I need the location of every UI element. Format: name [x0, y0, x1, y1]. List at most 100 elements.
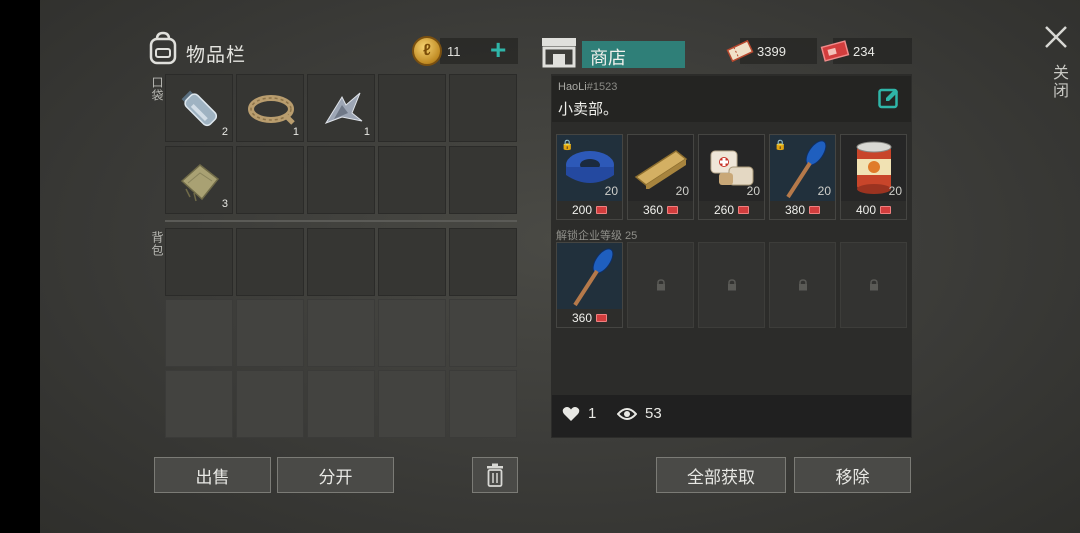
padlock-icon	[728, 279, 736, 291]
likes-count: 1	[588, 405, 597, 422]
item-stock: 20	[817, 184, 831, 198]
backpack-slot[interactable]	[378, 228, 446, 296]
backpack-icon	[149, 31, 177, 65]
ticket-icon	[809, 206, 821, 214]
item-stock: 20	[675, 184, 689, 198]
backpack-slot[interactable]	[165, 228, 233, 296]
coupon-ticket-icon	[726, 39, 754, 63]
close-label[interactable]: 关闭	[1046, 64, 1070, 100]
cloth-icon	[180, 164, 220, 202]
owner-name-text: HaoLi	[558, 81, 587, 93]
oar-icon	[573, 248, 614, 307]
split-button[interactable]: 分开	[277, 457, 394, 493]
item-quantity: 1	[292, 126, 299, 138]
backpack-slot-locked	[236, 370, 304, 438]
shop-item-oar[interactable]: 🔒 20 380	[769, 134, 836, 220]
backpack-slot-locked	[165, 299, 233, 367]
inventory-title: 物品栏	[186, 45, 247, 66]
backpack-slot-locked	[378, 370, 446, 438]
add-coins-button[interactable]: +	[490, 36, 506, 64]
price-value: 360	[642, 203, 664, 217]
remove-button[interactable]: 移除	[794, 457, 911, 493]
backpack-slot-locked	[449, 370, 517, 438]
pocket-slot[interactable]	[449, 146, 517, 214]
backpack-slot-locked	[449, 299, 517, 367]
currency-b-count: 234	[853, 44, 875, 59]
wood-plank-icon	[634, 150, 688, 189]
shop-item-duct-tape[interactable]: 🔒 20 200	[556, 134, 623, 220]
item-stock: 20	[746, 184, 760, 198]
take-all-button[interactable]: 全部获取	[656, 457, 786, 493]
item-price: 400	[841, 201, 906, 219]
backpack-slot-locked	[236, 299, 304, 367]
padlock-icon	[870, 279, 878, 291]
backpack-slot-locked	[307, 299, 375, 367]
ticket-icon	[880, 206, 892, 214]
close-icon[interactable]	[1043, 24, 1069, 50]
pocket-slot[interactable]	[378, 74, 446, 142]
pocket-slot[interactable]: 2	[165, 74, 233, 142]
shop-item-wood-plank[interactable]: 20 360	[627, 134, 694, 220]
pocket-slot[interactable]	[378, 146, 446, 214]
price-value: 200	[571, 203, 593, 217]
shop-owner-name: HaoLi#1523	[558, 81, 617, 93]
pocket-slot[interactable]: 1	[236, 74, 304, 142]
sell-button[interactable]: 出售	[154, 457, 271, 493]
backpack-slot-locked	[378, 299, 446, 367]
inventory-divider	[165, 220, 517, 222]
lock-icon: 🔒	[774, 140, 787, 151]
pocket-label: 口袋	[150, 76, 164, 102]
owner-id-text: #1523	[586, 81, 618, 93]
item-stock: 20	[604, 184, 618, 198]
backpack-slot[interactable]	[236, 228, 304, 296]
shop-item-oar-level[interactable]: 360	[556, 242, 623, 328]
price-value: 260	[713, 203, 735, 217]
pocket-slot[interactable]	[236, 146, 304, 214]
backpack-slot[interactable]	[449, 228, 517, 296]
trash-button[interactable]	[472, 457, 518, 493]
lock-icon: 🔒	[561, 140, 574, 151]
heart-icon	[562, 406, 580, 421]
rope-icon	[248, 95, 295, 125]
pocket-slot[interactable]: 1	[307, 74, 375, 142]
item-price: 200	[557, 201, 622, 219]
item-price: 380	[770, 201, 835, 219]
item-price: 360	[557, 309, 622, 327]
ticket-icon	[667, 206, 679, 214]
item-quantity: 2	[221, 126, 228, 138]
ticket-icon	[596, 314, 608, 322]
backpack-slot[interactable]	[307, 228, 375, 296]
unlock-level-label: 解锁企业等级 25	[556, 230, 638, 242]
left-letterbox	[0, 0, 40, 533]
shop-stats-bar	[552, 395, 911, 437]
red-ticket-icon	[820, 40, 850, 62]
likes-counter[interactable]: 1	[562, 405, 596, 422]
shop-item-canned-food[interactable]: 20 400	[840, 134, 907, 220]
shop-item-bandage[interactable]: 20 260	[698, 134, 765, 220]
water-bottle-icon	[181, 90, 218, 127]
price-value: 400	[855, 203, 877, 217]
views-counter: 53	[617, 405, 662, 422]
edit-icon[interactable]	[878, 87, 900, 109]
pocket-slot[interactable]	[307, 146, 375, 214]
item-quantity: 1	[363, 126, 370, 138]
price-value: 380	[784, 203, 806, 217]
shop-message: 小卖部。	[558, 101, 619, 118]
coin-icon: ℓ	[412, 36, 442, 66]
backpack-slot-locked	[165, 370, 233, 438]
views-count: 53	[645, 405, 662, 422]
item-stock: 20	[888, 184, 902, 198]
shop-icon	[542, 38, 576, 68]
pocket-slot[interactable]	[449, 74, 517, 142]
item-price: 360	[628, 201, 693, 219]
shop-title: 商店	[590, 48, 626, 68]
backpack-label: 背包	[150, 231, 164, 257]
ticket-icon	[738, 206, 750, 214]
pocket-slot[interactable]: 3	[165, 146, 233, 214]
eye-icon	[617, 407, 637, 420]
trash-icon	[487, 463, 503, 487]
padlock-icon	[657, 279, 665, 291]
shop-slot-locked	[769, 242, 836, 328]
coin-count: 11	[447, 44, 461, 59]
ticket-icon	[596, 206, 608, 214]
